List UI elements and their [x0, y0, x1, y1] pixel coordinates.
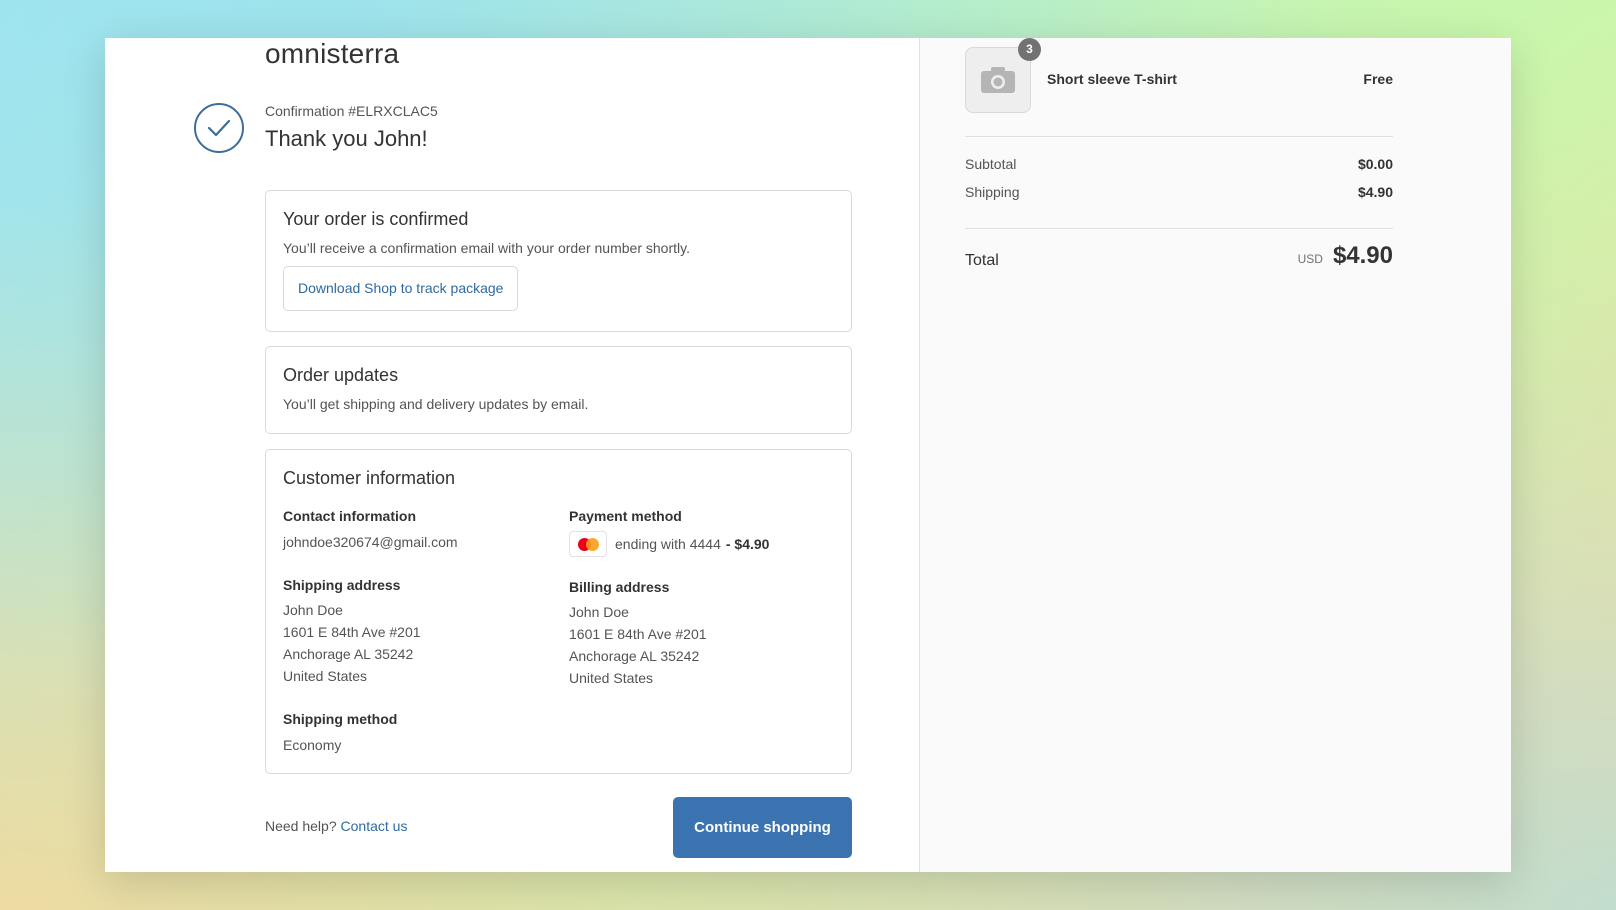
shipping-address-label: Shipping address — [283, 577, 401, 593]
order-confirmed-text: You’ll receive a confirmation email with… — [283, 240, 690, 256]
continue-shopping-button[interactable]: Continue shopping — [673, 797, 852, 858]
shipping-address-line: 1601 E 84th Ave #201 — [283, 624, 421, 640]
shipping-label: Shipping — [965, 184, 1020, 200]
subtotal-label: Subtotal — [965, 156, 1017, 172]
contact-info-section: Contact information johndoe320674@gmail.… — [283, 508, 458, 553]
contact-us-link[interactable]: Contact us — [341, 818, 408, 834]
order-summary: 3 Short sleeve T-shirt Free Subtotal $0.… — [920, 38, 1511, 872]
shipping-address-section: Shipping address John Doe 1601 E 84th Av… — [283, 577, 421, 687]
main-column: omnisterra Confirmation #ELRXCLAC5 Thank… — [105, 38, 920, 872]
payment-method-section: Payment method ending with 4444 - $4.90 — [569, 508, 769, 557]
shop-name[interactable]: omnisterra — [265, 38, 399, 70]
checkout-window: omnisterra Confirmation #ELRXCLAC5 Thank… — [105, 38, 1511, 872]
order-updates-card: Order updates You’ll get shipping and de… — [265, 346, 852, 434]
order-confirmed-title: Your order is confirmed — [283, 209, 469, 229]
shipping-method-value: Economy — [283, 737, 342, 753]
shipping-row: Shipping $4.90 — [965, 184, 1393, 200]
billing-address-line: United States — [569, 670, 654, 686]
payment-method-label: Payment method — [569, 508, 682, 524]
mastercard-icon — [569, 531, 607, 557]
shipping-method-section: Shipping method Economy — [283, 711, 397, 756]
help-text: Need help? — [265, 818, 337, 834]
check-circle-icon — [194, 103, 244, 153]
total-amount-row: USD $4.90 — [1298, 242, 1393, 270]
shipping-address-line: John Doe — [283, 602, 343, 618]
shipping-method-label: Shipping method — [283, 711, 398, 727]
billing-address-label: Billing address — [569, 579, 670, 595]
payment-method-row: ending with 4444 - $4.90 — [569, 531, 769, 557]
shipping-address-line: United States — [283, 668, 368, 684]
summary-divider — [965, 228, 1393, 229]
summary-divider — [965, 136, 1393, 137]
total-label: Total — [965, 252, 999, 269]
total-amount: $4.90 — [1332, 242, 1393, 269]
thank-you-heading: Thank you John! — [265, 126, 428, 151]
shipping-address-line: Anchorage AL 35242 — [283, 646, 414, 662]
order-confirmed-card: Your order is confirmed You’ll receive a… — [265, 190, 852, 332]
billing-address-section: Billing address John Doe 1601 E 84th Ave… — [569, 579, 707, 689]
billing-address-line: 1601 E 84th Ave #201 — [569, 626, 707, 642]
product-name: Short sleeve T-shirt — [1047, 71, 1177, 87]
product-price: Free — [1363, 71, 1393, 87]
camera-icon — [981, 67, 1015, 93]
subtotal-row: Subtotal $0.00 — [965, 156, 1393, 172]
customer-info-card: Customer information Contact information… — [265, 449, 852, 774]
billing-address-line: Anchorage AL 35242 — [569, 648, 700, 664]
order-updates-text: You’ll get shipping and delivery updates… — [283, 396, 589, 412]
contact-email: johndoe320674@gmail.com — [283, 534, 458, 550]
order-updates-title: Order updates — [283, 365, 399, 385]
currency-code: USD — [1297, 252, 1323, 266]
contact-info-label: Contact information — [283, 508, 416, 524]
billing-address-line: John Doe — [569, 604, 629, 620]
customer-info-title: Customer information — [283, 468, 456, 488]
quantity-badge: 3 — [1018, 38, 1041, 61]
payment-amount: - $4.90 — [725, 536, 770, 552]
payment-card-text: ending with 4444 — [615, 536, 721, 552]
shipping-value: $4.90 — [1357, 184, 1393, 200]
help-row: Need help? Contact us — [265, 818, 407, 834]
subtotal-value: $0.00 — [1357, 156, 1393, 172]
confirmation-number: Confirmation #ELRXCLAC5 — [265, 103, 438, 119]
track-package-button[interactable]: Download Shop to track package — [283, 266, 519, 311]
